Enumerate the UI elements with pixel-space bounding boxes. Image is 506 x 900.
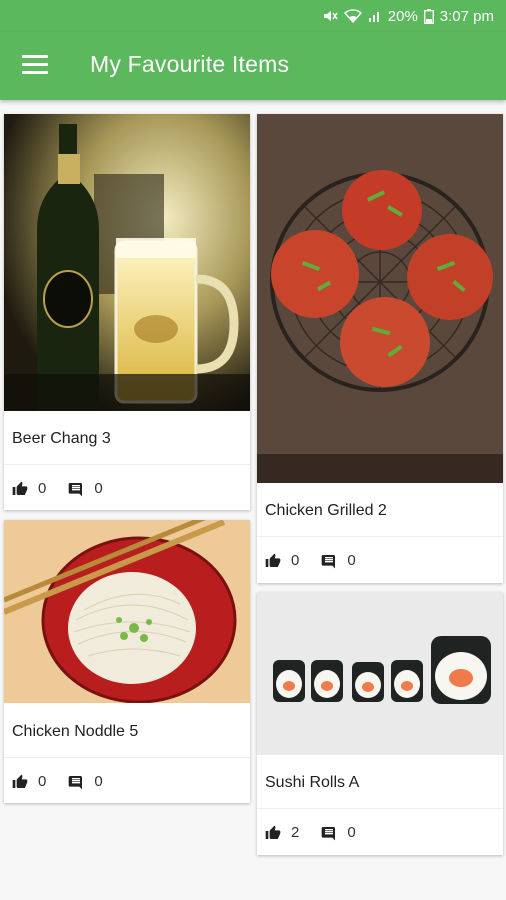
signal-icon xyxy=(368,9,382,23)
item-card-chicken-noddle[interactable]: Chicken Noddle 5 0 0 xyxy=(4,520,250,803)
comment-icon[interactable] xyxy=(68,481,84,497)
comment-count: 0 xyxy=(347,552,356,569)
comment-count: 0 xyxy=(347,824,356,841)
item-stats: 2 0 xyxy=(265,824,378,841)
item-photo xyxy=(4,114,250,411)
like-count: 0 xyxy=(38,773,47,790)
menu-icon[interactable] xyxy=(22,55,48,77)
comment-icon[interactable] xyxy=(321,825,337,841)
item-card-sushi-rolls[interactable]: Sushi Rolls A 2 0 xyxy=(257,592,503,855)
card-divider xyxy=(4,757,250,758)
card-divider xyxy=(257,536,503,537)
thumb-up-icon[interactable] xyxy=(265,825,281,841)
app-bar: My Favourite Items xyxy=(0,32,506,100)
comment-icon[interactable] xyxy=(68,774,84,790)
item-card-chicken-grilled[interactable]: Chicken Grilled 2 0 0 xyxy=(257,114,503,583)
page-title: My Favourite Items xyxy=(90,51,290,77)
clock: 3:07 pm xyxy=(439,7,494,25)
battery-icon xyxy=(423,8,434,24)
item-title: Sushi Rolls A xyxy=(265,774,360,791)
like-count: 2 xyxy=(291,824,300,841)
item-stats: 0 0 xyxy=(12,773,125,790)
item-title: Beer Chang 3 xyxy=(12,430,111,447)
like-count: 0 xyxy=(291,552,300,569)
like-count: 0 xyxy=(38,480,47,497)
thumb-up-icon[interactable] xyxy=(265,553,281,569)
item-photo xyxy=(4,520,250,703)
item-photo xyxy=(257,592,503,755)
status-bar: 20% 3:07 pm xyxy=(0,0,506,32)
item-title: Chicken Grilled 2 xyxy=(265,502,387,519)
comment-icon[interactable] xyxy=(321,553,337,569)
battery-percent: 20% xyxy=(387,7,418,25)
wifi-icon xyxy=(343,9,362,23)
thumb-up-icon[interactable] xyxy=(12,774,28,790)
item-stats: 0 0 xyxy=(12,480,125,497)
mute-icon xyxy=(322,9,338,23)
comment-count: 0 xyxy=(94,480,103,497)
item-card-beer-chang[interactable]: Beer Chang 3 0 0 xyxy=(4,114,250,510)
item-photo xyxy=(257,114,503,483)
card-divider xyxy=(257,808,503,809)
thumb-up-icon[interactable] xyxy=(12,481,28,497)
item-title: Chicken Noddle 5 xyxy=(12,723,139,740)
comment-count: 0 xyxy=(94,773,103,790)
card-divider xyxy=(4,464,250,465)
item-stats: 0 0 xyxy=(265,552,378,569)
